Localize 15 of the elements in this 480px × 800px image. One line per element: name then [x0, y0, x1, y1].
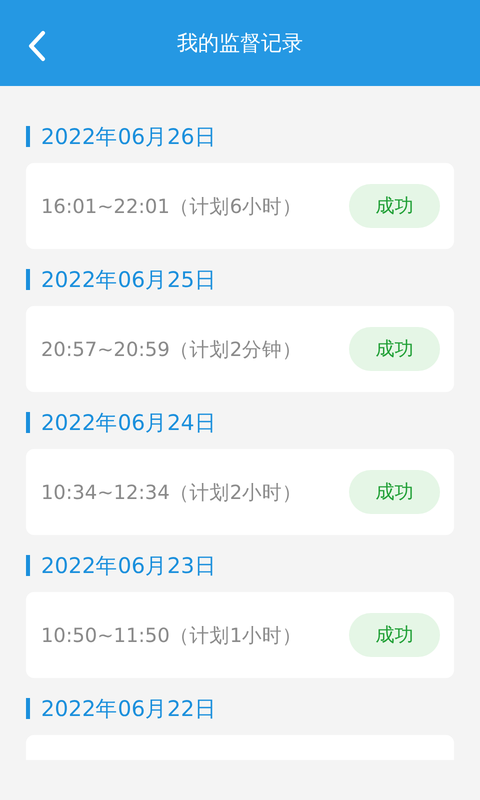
time-range: 10:50~11:50（计划1小时） [41, 622, 302, 648]
page-title: 我的监督记录 [177, 30, 303, 57]
date-heading: 2022年06月24日 [41, 410, 216, 436]
status-badge: 成功 [349, 184, 440, 228]
time-range: 16:01~22:01（计划6小时） [41, 194, 302, 220]
date-heading: 2022年06月22日 [41, 696, 216, 722]
date-heading: 2022年06月23日 [41, 552, 216, 580]
back-icon[interactable] [26, 30, 46, 62]
time-range: 10:34~12:34（计划2小时） [41, 480, 302, 506]
status-badge: 成功 [349, 327, 440, 371]
date-heading: 2022年06月25日 [41, 266, 216, 294]
time-range: 20:57~20:59（计划2分钟） [41, 336, 302, 362]
date-heading: 2022年06月26日 [41, 124, 216, 150]
status-badge: 成功 [349, 470, 440, 514]
status-badge: 成功 [349, 613, 440, 657]
